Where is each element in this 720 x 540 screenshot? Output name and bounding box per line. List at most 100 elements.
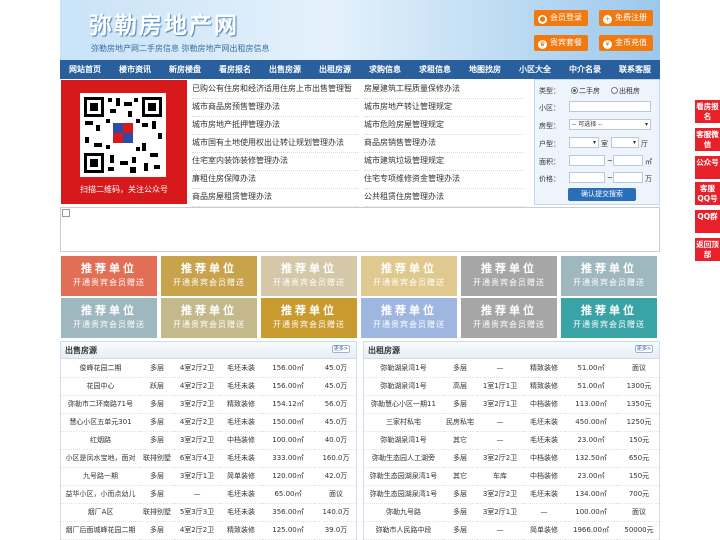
table-cell[interactable]: 弥勒生态园人工湖旁: [364, 449, 443, 468]
table-row[interactable]: 烟厂后面城峰花园二期 多层 4室2厅2卫 精致装修 125.00㎡ 39.0万: [61, 521, 356, 540]
policy-link[interactable]: 住宅室内装饰装修管理办法: [192, 152, 358, 171]
nav-home[interactable]: 网站首页: [60, 60, 110, 79]
table-row[interactable]: 弥勒慧心小区一期11 多层 3室2厅1卫 中档装修 113.00㎡ 1350元: [364, 395, 659, 414]
nav-estates[interactable]: 小区大全: [510, 60, 560, 79]
policy-link[interactable]: 城市房地产抵押管理办法: [192, 116, 358, 135]
login-button[interactable]: ● 会员登录: [534, 10, 588, 26]
table-row[interactable]: 小区是凤水宝地，面对 联排别墅 6室3厅4卫 毛坯未装 333.00㎡ 160.0万: [61, 449, 356, 468]
table-row[interactable]: 益华小区，小而点幼儿 多层 — 毛坯未装 65.00㎡ 面议: [61, 485, 356, 504]
side-qq-group[interactable]: QQ群: [695, 210, 720, 233]
nav-for-sale[interactable]: 出售房源: [260, 60, 310, 79]
recommended-unit-tile[interactable]: 推荐单位 开通贵宾会员赠送: [261, 298, 357, 338]
table-row[interactable]: 弥勒生态园湖泉湾1号 其它 车库 中档装修 23.00㎡ 150元: [364, 467, 659, 486]
type-radio-rent[interactable]: 出租房: [611, 86, 640, 96]
table-row[interactable]: 烟厂A区 联排别墅 5室3厅3卫 毛坯未装 356.00㎡ 140.0万: [61, 503, 356, 522]
table-row[interactable]: 弥勒湖泉湾1号 高层 1室1厅1卫 精致装修 51.00㎡ 1300元: [364, 377, 659, 396]
nav-viewing-signup[interactable]: 看房报名: [210, 60, 260, 79]
side-wechat[interactable]: 客服微信: [695, 128, 720, 151]
table-row[interactable]: 三家村私宅 民房私宅 — 毛坯未装 450.00㎡ 1250元: [364, 413, 659, 432]
table-cell[interactable]: 弥勒慧心小区一期11: [364, 395, 443, 414]
nav-wanted-rent[interactable]: 求租信息: [410, 60, 460, 79]
policy-link[interactable]: 廉租住房保障办法: [192, 170, 358, 189]
table-cell[interactable]: 花园中心: [61, 377, 140, 396]
policy-link[interactable]: 城市商品房预售管理办法: [192, 98, 358, 117]
recommended-unit-tile[interactable]: 推荐单位 开通贵宾会员赠送: [461, 298, 557, 338]
recommended-unit-tile[interactable]: 推荐单位 开通贵宾会员赠送: [361, 256, 457, 296]
table-row[interactable]: 弥勒湖泉湾1号 多层 — 精致装修 51.00㎡ 面议: [364, 359, 659, 378]
policy-link[interactable]: 商品房销售管理办法: [364, 134, 524, 153]
table-cell[interactable]: 弥勒市二环南路71号: [61, 395, 140, 414]
table-row[interactable]: 弥勒湖泉湾1号 其它 — 毛坯未装 23.00㎡ 150元: [364, 431, 659, 450]
table-cell[interactable]: 弥勒生态园湖泉湾1号: [364, 485, 443, 504]
recharge-button[interactable]: ¥ 金币充值: [599, 35, 653, 51]
vip-package-button[interactable]: ♛ 贵宾套餐: [534, 35, 588, 51]
recommended-unit-tile[interactable]: 推荐单位 开通贵宾会员赠送: [361, 298, 457, 338]
table-cell[interactable]: 俊峰花园二期: [61, 359, 140, 378]
table-row[interactable]: 弥勒九号路 多层 3室2厅1卫 —100.00㎡ 面议: [364, 503, 659, 522]
table-cell[interactable]: 弥勒湖泉湾1号: [364, 359, 443, 378]
side-qq[interactable]: 客服QQ号: [695, 182, 720, 205]
policy-link[interactable]: 公共租赁住房管理办法: [364, 188, 524, 207]
table-row[interactable]: 红烟路 多层 3室2厅2卫 中档装修 100.00㎡ 40.0万: [61, 431, 356, 450]
policy-link[interactable]: 城市房地产转让管理规定: [364, 98, 524, 117]
search-submit-button[interactable]: 确认提交搜索: [568, 188, 636, 201]
side-viewing-signup[interactable]: 看房报名: [695, 100, 720, 123]
table-cell[interactable]: 烟厂A区: [61, 503, 140, 522]
sale-more-button[interactable]: 更多>: [332, 345, 350, 353]
table-row[interactable]: 俊峰花园二期 多层 4室2厅2卫 毛坯未装 156.00㎡ 45.0万: [61, 359, 356, 378]
policy-link[interactable]: 住宅专项维修资金管理办法: [364, 170, 524, 189]
rent-more-button[interactable]: 更多>: [635, 345, 653, 353]
nav-wanted-buy[interactable]: 求购信息: [360, 60, 410, 79]
nav-agents[interactable]: 中介名录: [560, 60, 610, 79]
hall-select[interactable]: ▾: [611, 137, 639, 148]
recommended-unit-tile[interactable]: 推荐单位 开通贵宾会员赠送: [261, 256, 357, 296]
recommended-unit-tile[interactable]: 推荐单位 开通贵宾会员赠送: [561, 298, 657, 338]
side-official-account[interactable]: 公众号: [695, 156, 720, 179]
site-logo[interactable]: 弥勒房地产网: [89, 6, 239, 40]
table-row[interactable]: 花园中心 跃层 4室2厅2卫 毛坯未装 156.00㎡ 45.0万: [61, 377, 356, 396]
table-cell[interactable]: 三家村私宅: [364, 413, 443, 432]
house-type-select[interactable]: -- 可选择 -- ▾: [569, 119, 651, 130]
table-cell[interactable]: 九号路一期: [61, 467, 140, 486]
register-button[interactable]: + 免费注册: [599, 10, 653, 26]
table-cell[interactable]: 小区是凤水宝地，面对: [61, 449, 140, 468]
price-min-input[interactable]: [569, 172, 605, 183]
table-cell[interactable]: 烟厂后面城峰花园二期: [61, 521, 140, 540]
price-max-input[interactable]: [613, 172, 643, 183]
side-back-to-top[interactable]: 返回顶部: [695, 238, 720, 261]
recommended-unit-tile[interactable]: 推荐单位 开通贵宾会员赠送: [161, 256, 257, 296]
table-cell[interactable]: 益华小区，小而点幼儿: [61, 485, 140, 504]
table-cell[interactable]: 弥勒湖泉湾1号: [364, 377, 443, 396]
policy-link[interactable]: 房屋建筑工程质量保修办法: [364, 80, 524, 99]
area-min-input[interactable]: [569, 155, 605, 166]
table-cell[interactable]: 红烟路: [61, 431, 140, 450]
recommended-unit-tile[interactable]: 推荐单位 开通贵宾会员赠送: [161, 298, 257, 338]
nav-new-homes[interactable]: 新房楼盘: [160, 60, 210, 79]
policy-link[interactable]: 城市危险房屋管理规定: [364, 116, 524, 135]
nav-contact[interactable]: 联系客服: [610, 60, 660, 79]
recommended-unit-tile[interactable]: 推荐单位 开通贵宾会员赠送: [461, 256, 557, 296]
type-radio-sale[interactable]: 二手房: [571, 86, 600, 96]
nav-map-search[interactable]: 地图找房: [460, 60, 510, 79]
table-row[interactable]: 弥勒市人民路中段 多层 — 简单装修 1966.00㎡ 50000元: [364, 521, 659, 540]
policy-link[interactable]: 城市建筑垃圾管理规定: [364, 152, 524, 171]
table-cell[interactable]: 弥勒市人民路中段: [364, 521, 443, 540]
recommended-unit-tile[interactable]: 推荐单位 开通贵宾会员赠送: [561, 256, 657, 296]
area-max-input[interactable]: [613, 155, 643, 166]
recommended-unit-tile[interactable]: 推荐单位 开通贵宾会员赠送: [61, 256, 157, 296]
banner-ad[interactable]: [60, 207, 660, 252]
nav-for-rent[interactable]: 出租房源: [310, 60, 360, 79]
table-cell[interactable]: 弥勒九号路: [364, 503, 443, 522]
table-cell[interactable]: 弥勒生态园湖泉湾1号: [364, 467, 443, 486]
nav-news[interactable]: 楼市资讯: [110, 60, 160, 79]
table-cell[interactable]: 弥勒湖泉湾1号: [364, 431, 443, 450]
table-cell[interactable]: 慧心小区五单元301: [61, 413, 140, 432]
policy-link[interactable]: 商品房屋租赁管理办法: [192, 188, 358, 207]
table-row[interactable]: 九号路一期 多层 3室2厅1卫 简单装修 120.00㎡ 42.0万: [61, 467, 356, 486]
recommended-unit-tile[interactable]: 推荐单位 开通贵宾会员赠送: [61, 298, 157, 338]
table-row[interactable]: 弥勒市二环南路71号 多层 3室2厅2卫 精致装修 154.12㎡ 56.0万: [61, 395, 356, 414]
table-row[interactable]: 弥勒生态园人工湖旁 多层 3室2厅2卫 中档装修 132.50㎡ 650元: [364, 449, 659, 468]
policy-link[interactable]: 已购公有住房和经济适用住房上市出售管理暂: [192, 80, 358, 99]
table-row[interactable]: 慧心小区五单元301 多层 4室2厅2卫 毛坯未装 150.00㎡ 45.0万: [61, 413, 356, 432]
policy-link[interactable]: 城市国有土地使用权出让转让规划管理办法: [192, 134, 358, 153]
